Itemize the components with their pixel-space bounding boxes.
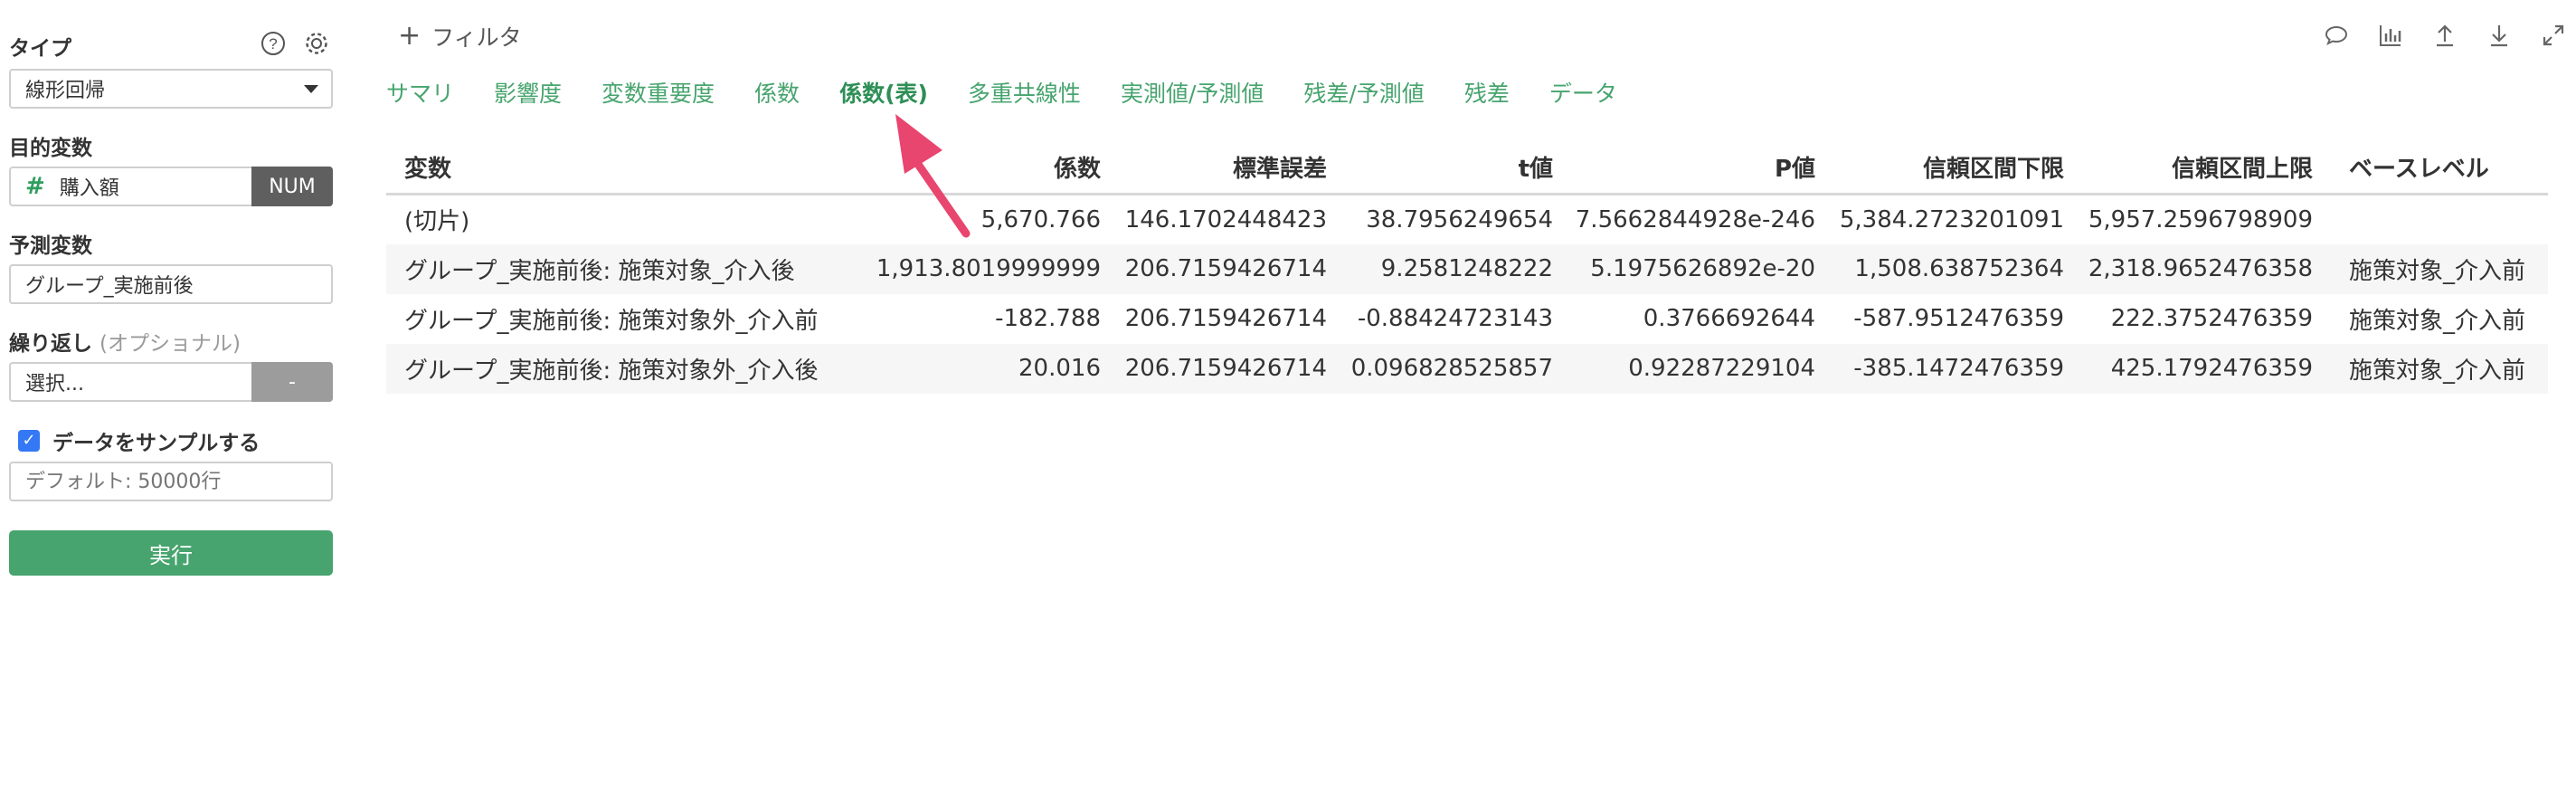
repeat-label: 繰り返し (オプショナル) (9, 326, 241, 357)
table-cell: -182.788 (995, 305, 1101, 332)
table-cell: 2,318.9652476358 (2064, 243, 2313, 294)
column-header[interactable]: t値 (1327, 150, 1553, 195)
table-cell: 0.096828525857 (1327, 343, 1553, 394)
sample-checkbox[interactable]: ✓ (18, 430, 40, 452)
predictor-field-value: グループ_実施前後 (25, 275, 194, 298)
table-header-row: 変数 係数 標準誤差 t値 P値 信頼区間下限 信頼区間上限 ベースレベル (386, 150, 2548, 195)
table-cell: 5,384.2723201091 (1839, 205, 2064, 233)
table-cell (2313, 195, 2548, 244)
result-tabs: サマリ 影響度 変数重要度 係数 係数(表) 多重共線性 実測値/予測値 残差/… (386, 76, 1657, 109)
table-cell: 0.3766692644 (1643, 305, 1815, 332)
table-cell: 20.016 (838, 343, 1101, 394)
target-field[interactable]: # 購入額 NUM (9, 167, 333, 206)
type-label: タイプ (9, 37, 71, 61)
table-cell: グループ_実施前後: 施策対象外_介入後 (386, 343, 838, 394)
table-cell: -587.9512476359 (1853, 305, 2064, 332)
table-cell: グループ_実施前後: 施策対象_介入後 (386, 243, 838, 294)
table-row: グループ_実施前後: 施策対象外_介入後 20.016 206.71594267… (386, 343, 2548, 394)
repeat-optional-text: (オプショナル) (99, 332, 241, 356)
table-cell: 206.7159426714 (1101, 343, 1327, 394)
table-cell: 206.7159426714 (1101, 243, 1327, 294)
tab-data[interactable]: データ (1549, 76, 1617, 109)
table-cell: 施策対象_介入前 (2349, 307, 2526, 335)
svg-text:?: ? (269, 35, 277, 52)
tab-coefficients[interactable]: 係数 (754, 76, 800, 109)
gear-icon[interactable] (304, 31, 329, 60)
table-cell: 146.1702448423 (1124, 205, 1327, 233)
table-cell: 0.92287229104 (1553, 343, 1815, 394)
tab-multicollinearity[interactable]: 多重共線性 (968, 76, 1081, 109)
table-cell: グループ_実施前後: 施策対象外_介入前 (404, 307, 819, 335)
repeat-clear-button[interactable]: - (251, 362, 333, 402)
table-cell: 5.1975626892e-20 (1553, 243, 1815, 294)
table-cell: 222.3752476359 (2110, 305, 2313, 332)
table-row: グループ_実施前後: 施策対象_介入後 1,913.8019999999 206… (386, 243, 2548, 294)
column-header[interactable]: 標準誤差 (1101, 150, 1327, 195)
help-icon[interactable]: ? (260, 31, 286, 60)
target-label: 目的変数 (9, 137, 92, 160)
tab-summary[interactable]: サマリ (386, 76, 454, 109)
type-select[interactable]: 線形回帰 (9, 69, 333, 109)
table-cell: 38.7956249654 (1366, 205, 1553, 233)
chart-icon[interactable] (2377, 22, 2404, 49)
tab-variable-importance[interactable]: 変数重要度 (601, 76, 715, 109)
chevron-down-icon (304, 85, 318, 93)
type-select-value: 線形回帰 (25, 80, 106, 102)
column-header[interactable]: P値 (1553, 150, 1815, 195)
repeat-select-value: 選択... (25, 373, 84, 396)
table-cell: 9.2581248222 (1327, 243, 1553, 294)
upload-icon[interactable] (2431, 22, 2458, 49)
target-field-value: 購入額 (59, 177, 119, 200)
column-header[interactable]: ベースレベル (2313, 150, 2548, 195)
add-filter-button[interactable]: + フィルタ (398, 20, 522, 52)
comment-icon[interactable] (2323, 22, 2350, 49)
sample-checkbox-label: データをサンプルする (52, 432, 260, 455)
plus-icon: + (398, 20, 421, 52)
table-cell: 5,957.2596798909 (2088, 205, 2313, 233)
table-row: グループ_実施前後: 施策対象外_介入前 -182.788 206.715942… (386, 294, 2548, 344)
numeric-hash-icon: # (25, 173, 45, 200)
table-cell: 1,508.638752364 (1815, 243, 2064, 294)
table-cell: -385.1472476359 (1815, 343, 2064, 394)
repeat-label-text: 繰り返し (9, 332, 92, 356)
type-badge: NUM (251, 167, 333, 206)
table-cell: 425.1792476359 (2064, 343, 2313, 394)
predictor-label: 予測変数 (9, 234, 92, 258)
tab-influence[interactable]: 影響度 (494, 76, 562, 109)
annotation-arrow-icon (895, 114, 971, 238)
toolbar (2323, 22, 2567, 49)
tab-coefficients-table[interactable]: 係数(表) (839, 76, 928, 109)
column-header[interactable]: 信頼区間上限 (2064, 150, 2313, 195)
table-cell: -0.88424723143 (1357, 305, 1553, 332)
repeat-select[interactable]: 選択... - (9, 362, 333, 402)
table-cell: 7.5662844928e-246 (1575, 205, 1815, 233)
download-icon[interactable] (2486, 22, 2513, 49)
predictor-field[interactable]: グループ_実施前後 (9, 264, 333, 304)
run-button[interactable]: 実行 (9, 530, 333, 576)
filter-label: フィルタ (431, 24, 522, 51)
tab-residuals[interactable]: 残差 (1464, 76, 1510, 109)
table-cell: 1,913.8019999999 (838, 243, 1101, 294)
tab-residual-vs-predicted[interactable]: 残差/予測値 (1303, 76, 1424, 109)
tab-actual-vs-predicted[interactable]: 実測値/予測値 (1121, 76, 1264, 109)
column-header[interactable]: 信頼区間下限 (1815, 150, 2064, 195)
table-cell: 206.7159426714 (1124, 305, 1327, 332)
column-header[interactable]: 変数 (386, 150, 838, 195)
table-cell: 施策対象_介入前 (2313, 343, 2548, 394)
table-cell: 施策対象_介入前 (2313, 243, 2548, 294)
coefficients-table: 変数 係数 標準誤差 t値 P値 信頼区間下限 信頼区間上限 ベースレベル (切… (386, 150, 2548, 394)
table-cell: (切片) (404, 208, 470, 236)
table-row: (切片) 5,670.766 146.1702448423 38.7956249… (386, 195, 2548, 244)
sample-checkbox-row[interactable]: ✓ データをサンプルする (18, 425, 260, 456)
expand-icon[interactable] (2540, 22, 2567, 49)
sample-size-input[interactable] (9, 462, 333, 501)
